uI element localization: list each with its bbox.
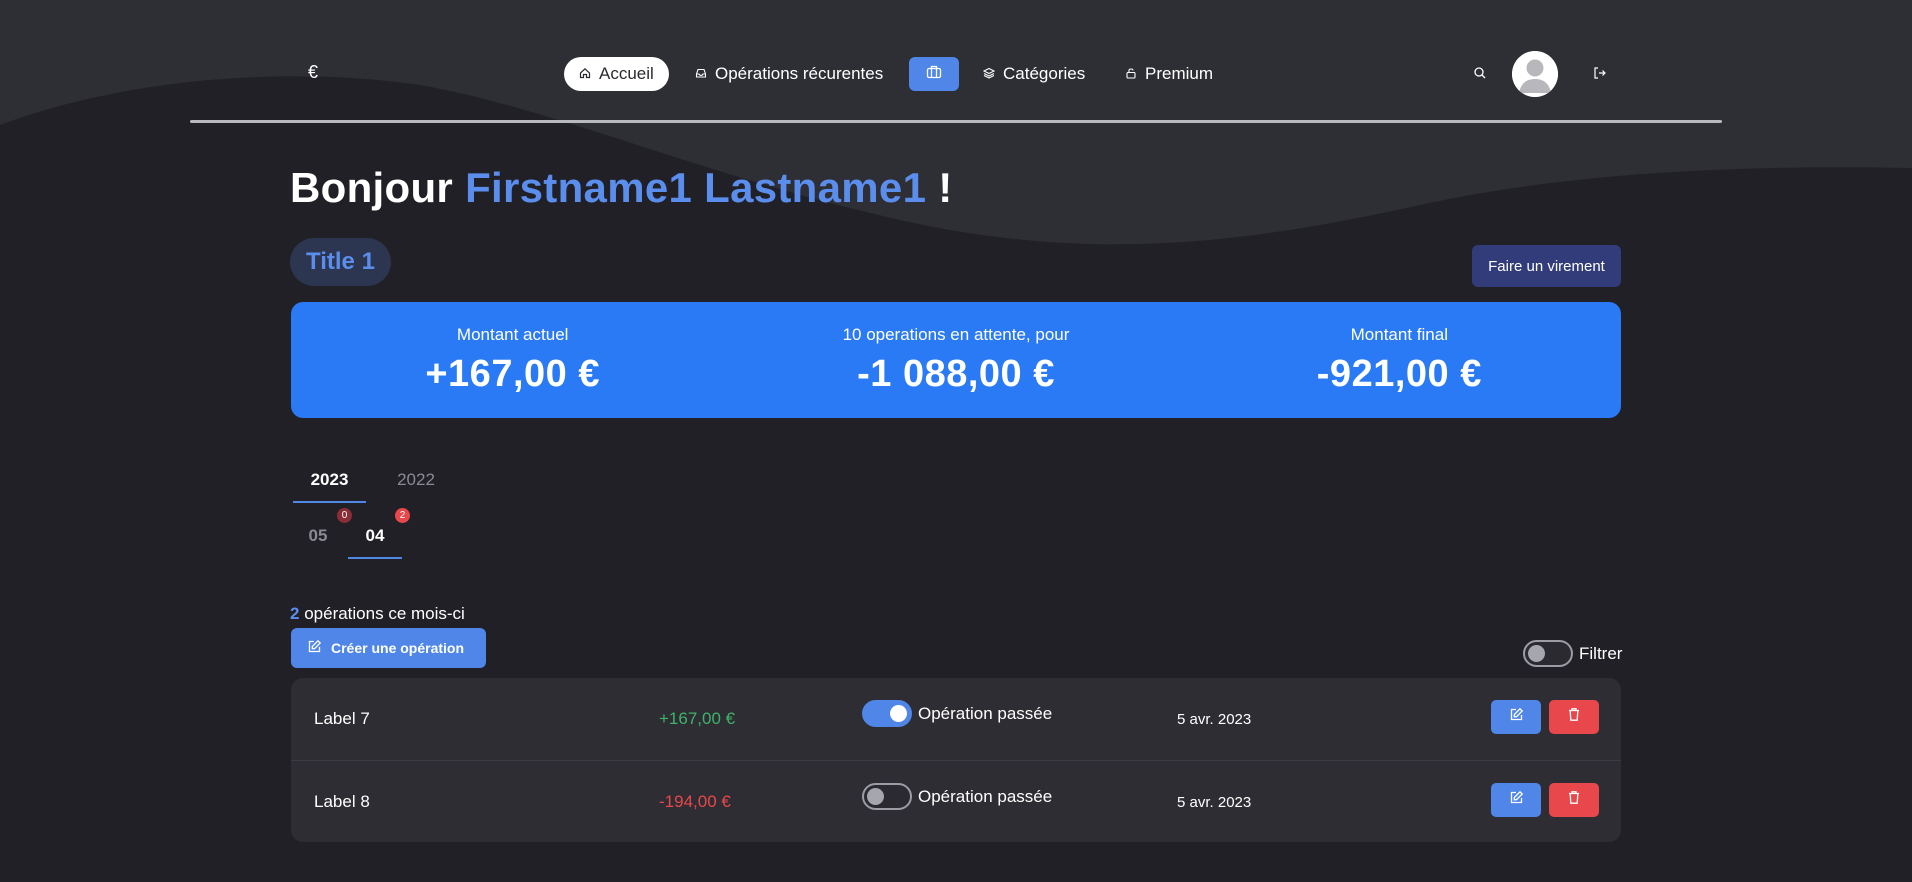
lock-icon <box>1125 67 1137 82</box>
edit-icon <box>1509 790 1524 810</box>
summary-current: Montant actuel +167,00 € <box>291 302 734 418</box>
passed-label: Opération passée <box>918 703 1053 723</box>
passed-label: Opération passée <box>918 786 1053 806</box>
table-row: Label 8 -194,00 € Opération passée 5 avr… <box>291 760 1621 842</box>
summary-value: +167,00 € <box>425 352 600 395</box>
summary-value: -1 088,00 € <box>857 352 1055 395</box>
avatar[interactable] <box>1512 51 1558 97</box>
nav-item-label: Opérations récurentes <box>715 64 884 83</box>
edit-icon <box>307 639 322 657</box>
summary-card: Montant actuel +167,00 € 10 operations e… <box>291 302 1621 418</box>
tab-month-04[interactable]: 04 <box>348 526 402 559</box>
tab-month-05[interactable]: 05 <box>298 526 338 546</box>
transfer-button[interactable]: Faire un virement <box>1472 245 1621 287</box>
search-icon[interactable] <box>1472 65 1488 81</box>
operation-date: 5 avr. 2023 <box>1177 794 1252 811</box>
operation-passed: Opération passée <box>862 700 1052 727</box>
passed-toggle[interactable] <box>862 700 912 727</box>
briefcase-button[interactable] <box>909 57 959 91</box>
operation-date: 5 avr. 2023 <box>1177 711 1252 728</box>
passed-toggle[interactable] <box>862 783 912 810</box>
inbox-icon <box>695 67 707 82</box>
nav-item-label: Premium <box>1145 64 1214 83</box>
month-05-badge: 0 <box>337 508 352 523</box>
operations-table: Label 7 +167,00 € Opération passée 5 avr… <box>291 678 1621 842</box>
operation-label: Label 7 <box>314 709 370 728</box>
filter-toggle[interactable] <box>1523 640 1573 667</box>
create-operation-button[interactable]: Créer une opération <box>291 628 486 668</box>
delete-button[interactable] <box>1549 783 1599 817</box>
nav-item-premium[interactable]: Premium <box>1110 57 1228 91</box>
nav-divider <box>190 120 1722 123</box>
operation-label: Label 8 <box>314 792 370 811</box>
greeting-suffix: ! <box>938 164 953 211</box>
toggle-knob <box>867 788 884 805</box>
app-logo[interactable]: € <box>308 62 318 83</box>
table-row: Label 7 +167,00 € Opération passée 5 avr… <box>291 678 1621 760</box>
greeting-prefix: Bonjour <box>290 164 454 211</box>
trash-icon <box>1567 707 1581 727</box>
briefcase-icon <box>926 65 942 84</box>
account-title[interactable]: Title 1 <box>290 238 391 286</box>
operations-count: 2 opérations ce mois-ci <box>290 604 465 624</box>
page-title: Bonjour Firstname1 Lastname1 ! <box>290 164 953 212</box>
create-operation-label: Créer une opération <box>331 640 465 656</box>
filter-control: Filtrer <box>1523 640 1622 667</box>
operations-count-number: 2 <box>290 604 300 623</box>
nav-item-operations-recurentes[interactable]: Opérations récurentes <box>680 57 898 91</box>
edit-icon <box>1509 707 1524 727</box>
nav-item-categories[interactable]: Catégories <box>968 57 1100 91</box>
edit-button[interactable] <box>1491 700 1541 734</box>
edit-button[interactable] <box>1491 783 1541 817</box>
filter-label: Filtrer <box>1579 643 1623 663</box>
summary-label: 10 operations en attente, pour <box>842 324 1070 344</box>
operations-count-text: opérations ce mois-ci <box>304 604 465 623</box>
operation-passed: Opération passée <box>862 783 1052 810</box>
nav-item-label: Accueil <box>599 64 654 83</box>
summary-label: Montant actuel <box>456 324 569 344</box>
toggle-knob <box>1528 645 1545 662</box>
summary-label: Montant final <box>1350 324 1448 344</box>
layers-icon <box>982 67 996 82</box>
user-name: Firstname1 Lastname1 <box>465 164 927 211</box>
trash-icon <box>1567 790 1581 810</box>
nav-item-label: Catégories <box>1003 64 1086 83</box>
operation-amount: -194,00 € <box>659 792 731 811</box>
tab-year-2022[interactable]: 2022 <box>386 470 446 490</box>
summary-final: Montant final -921,00 € <box>1178 302 1621 418</box>
operation-amount: +167,00 € <box>659 709 736 728</box>
delete-button[interactable] <box>1549 700 1599 734</box>
summary-value: -921,00 € <box>1316 352 1482 395</box>
logout-icon[interactable] <box>1592 65 1608 81</box>
month-04-badge: 2 <box>395 508 410 523</box>
summary-pending: 10 operations en attente, pour -1 088,00… <box>734 302 1177 418</box>
home-icon <box>579 67 591 82</box>
background-wave <box>0 0 1912 245</box>
tab-year-2023[interactable]: 2023 <box>293 470 366 503</box>
nav-item-accueil[interactable]: Accueil <box>564 57 669 91</box>
toggle-knob <box>890 705 907 722</box>
